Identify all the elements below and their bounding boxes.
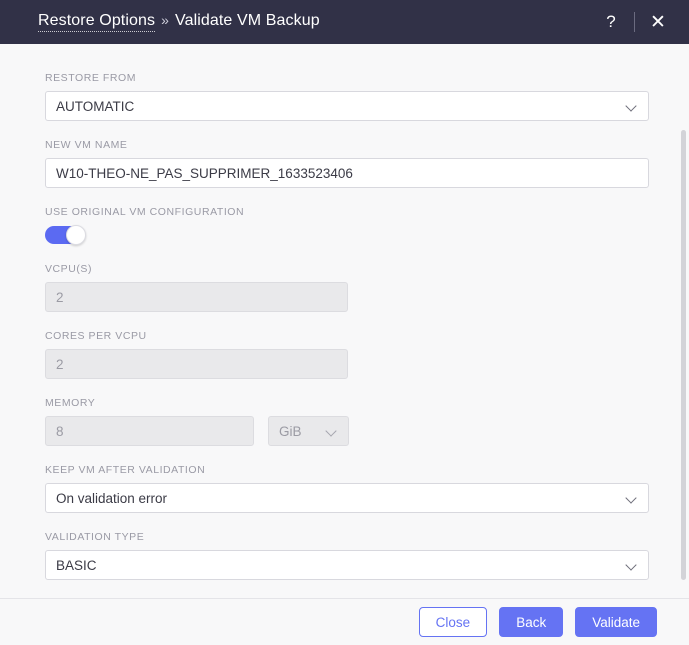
chevron-down-icon <box>626 559 638 571</box>
page-title: Validate VM Backup <box>175 12 320 29</box>
memory-value: 8 <box>56 423 64 439</box>
chevron-down-icon <box>626 492 638 504</box>
label-validation-type: VALIDATION TYPE <box>45 531 145 543</box>
memory-unit-value: GiB <box>279 423 302 439</box>
vertical-scrollbar[interactable] <box>681 130 686 580</box>
restore-from-select[interactable]: AUTOMATIC <box>45 91 649 121</box>
memory-input: 8 <box>45 416 254 446</box>
field-restore-from: RESTORE FROM AUTOMATIC <box>45 72 649 121</box>
back-button[interactable]: Back <box>499 607 564 637</box>
field-validation-type: VALIDATION TYPE BASIC <box>45 531 649 580</box>
use-original-vm-configuration-toggle[interactable] <box>45 225 86 245</box>
validation-type-select[interactable]: BASIC <box>45 550 649 580</box>
field-vcpus: VCPU(S) 2 <box>45 263 649 312</box>
new-vm-name-input[interactable]: W10-THEO-NE_PAS_SUPPRIMER_1633523406 <box>45 158 649 188</box>
chevron-down-icon <box>326 425 338 437</box>
new-vm-name-value: W10-THEO-NE_PAS_SUPPRIMER_1633523406 <box>56 165 353 181</box>
vcpus-value: 2 <box>56 289 64 305</box>
validate-button[interactable]: Validate <box>575 607 657 637</box>
chevron-down-icon <box>626 100 638 112</box>
field-use-original-vm-configuration: USE ORIGINAL VM CONFIGURATION <box>45 206 649 249</box>
restore-from-value: AUTOMATIC <box>56 98 135 114</box>
cores-per-vcpu-input: 2 <box>45 349 348 379</box>
label-vcpus: VCPU(S) <box>45 263 93 275</box>
field-keep-vm-after-validation: KEEP VM AFTER VALIDATION On validation e… <box>45 464 649 513</box>
dialog-body: RESTORE FROM AUTOMATIC NEW VM NAME W10-T… <box>0 44 689 598</box>
vcpus-input: 2 <box>45 282 348 312</box>
help-icon[interactable]: ? <box>596 0 626 44</box>
toggle-knob <box>66 225 86 245</box>
validation-type-value: BASIC <box>56 557 97 573</box>
label-new-vm-name: NEW VM NAME <box>45 139 128 151</box>
header-actions: ? ✕ <box>596 0 673 44</box>
toggle-wrapper <box>45 225 649 249</box>
label-cores-per-vcpu: CORES PER VCPU <box>45 330 147 342</box>
label-restore-from: RESTORE FROM <box>45 72 136 84</box>
memory-unit-select: GiB <box>268 416 349 446</box>
field-new-vm-name: NEW VM NAME W10-THEO-NE_PAS_SUPPRIMER_16… <box>45 139 649 188</box>
breadcrumb-link-restore-options[interactable]: Restore Options <box>38 12 156 32</box>
keep-vm-after-validation-select[interactable]: On validation error <box>45 483 649 513</box>
close-icon[interactable]: ✕ <box>643 0 673 44</box>
field-cores-per-vcpu: CORES PER VCPU 2 <box>45 330 649 379</box>
keep-vm-after-validation-value: On validation error <box>56 490 168 506</box>
breadcrumb: Restore Options » Validate VM Backup <box>38 12 320 32</box>
label-keep-vm-after-validation: KEEP VM AFTER VALIDATION <box>45 464 206 476</box>
breadcrumb-separator: » <box>161 12 169 28</box>
label-memory: MEMORY <box>45 397 96 409</box>
header-divider <box>634 12 635 32</box>
label-use-original-vm-configuration: USE ORIGINAL VM CONFIGURATION <box>45 206 245 218</box>
dialog-footer: Close Back Validate <box>0 598 689 645</box>
dialog-header: Restore Options » Validate VM Backup ? ✕ <box>0 0 689 44</box>
memory-row: 8 GiB <box>45 416 649 446</box>
field-memory: MEMORY 8 GiB <box>45 397 649 446</box>
cores-per-vcpu-value: 2 <box>56 356 64 372</box>
close-button[interactable]: Close <box>418 607 488 637</box>
